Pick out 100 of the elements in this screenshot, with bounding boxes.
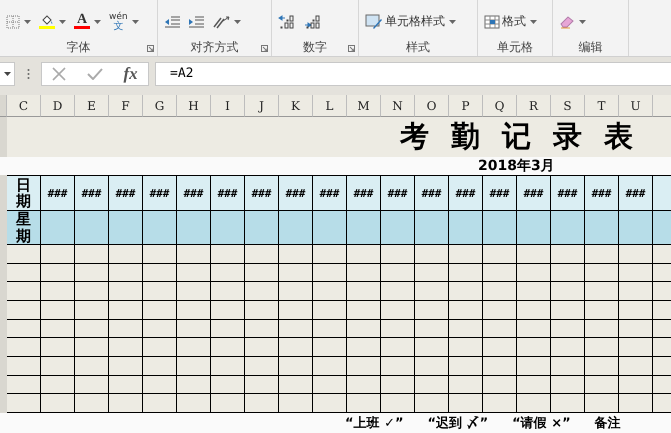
table-cell bbox=[75, 376, 109, 394]
table-cell bbox=[41, 320, 75, 338]
table-cell bbox=[245, 376, 279, 394]
table-cell bbox=[7, 264, 41, 282]
table-cell bbox=[313, 356, 347, 376]
date-cell: ### bbox=[551, 175, 585, 211]
column-header[interactable]: L bbox=[313, 95, 347, 117]
check-icon[interactable] bbox=[86, 68, 103, 80]
table-cell bbox=[313, 264, 347, 282]
fill-color-button[interactable] bbox=[37, 12, 68, 30]
dialog-launcher-icon[interactable] bbox=[348, 45, 355, 52]
caret-icon[interactable] bbox=[132, 20, 139, 24]
cell-styles-button[interactable]: 单元格样式 bbox=[363, 11, 458, 32]
table-cell bbox=[347, 376, 381, 394]
formula-field[interactable]: =A2 bbox=[155, 62, 671, 86]
borders-button[interactable] bbox=[4, 12, 33, 30]
table-cell bbox=[211, 211, 245, 245]
format-button[interactable]: 格式 bbox=[482, 11, 539, 32]
column-header[interactable]: K bbox=[279, 95, 313, 117]
drag-handle-icon[interactable] bbox=[26, 68, 30, 80]
name-box-dropdown[interactable] bbox=[0, 62, 15, 86]
table-cell bbox=[177, 320, 211, 338]
table-cell bbox=[245, 320, 279, 338]
caret-icon[interactable] bbox=[234, 20, 241, 24]
table-cell bbox=[551, 394, 585, 413]
caret-icon[interactable] bbox=[449, 20, 456, 24]
column-header[interactable]: C bbox=[7, 95, 41, 117]
table-cell bbox=[619, 300, 653, 320]
column-header[interactable]: M bbox=[347, 95, 381, 117]
table-cell bbox=[517, 282, 551, 301]
table-cell bbox=[381, 282, 415, 301]
column-header[interactable]: G bbox=[143, 95, 177, 117]
insert-function-button[interactable]: fx bbox=[124, 64, 138, 84]
font-color-button[interactable]: A bbox=[72, 12, 103, 31]
table-cell bbox=[109, 264, 143, 282]
table-cell bbox=[279, 356, 313, 376]
caret-icon[interactable] bbox=[24, 20, 31, 24]
column-header[interactable]: J bbox=[245, 95, 279, 117]
date-cell: ### bbox=[313, 175, 347, 211]
column-header[interactable]: N bbox=[381, 95, 415, 117]
caret-icon[interactable] bbox=[579, 20, 586, 24]
column-header[interactable]: I bbox=[211, 95, 245, 117]
table-cell bbox=[619, 211, 653, 245]
table-cell bbox=[109, 376, 143, 394]
table-cell bbox=[381, 264, 415, 282]
table-cell bbox=[313, 282, 347, 301]
table-cell bbox=[619, 376, 653, 394]
table-cell bbox=[449, 338, 483, 357]
column-header[interactable]: S bbox=[551, 95, 585, 117]
column-header[interactable]: O bbox=[415, 95, 449, 117]
table-cell bbox=[109, 338, 143, 357]
column-header[interactable]: Q bbox=[483, 95, 517, 117]
date-cell: ### bbox=[449, 175, 483, 211]
table-cell bbox=[75, 320, 109, 338]
table-cell bbox=[143, 300, 177, 320]
column-header[interactable]: R bbox=[517, 95, 551, 117]
phonetic-button[interactable]: wén 文 bbox=[107, 10, 141, 34]
dialog-launcher-icon[interactable] bbox=[147, 45, 154, 52]
column-header[interactable]: T bbox=[585, 95, 619, 117]
decrease-indent-button[interactable] bbox=[162, 14, 182, 30]
column-header[interactable]: U bbox=[619, 95, 653, 117]
date-cell: ### bbox=[483, 175, 517, 211]
table-cell bbox=[177, 338, 211, 357]
table-cell bbox=[551, 356, 585, 376]
table-cell bbox=[585, 376, 619, 394]
table-cell bbox=[279, 320, 313, 338]
table-cell bbox=[41, 264, 75, 282]
column-header[interactable]: P bbox=[449, 95, 483, 117]
table-cell bbox=[517, 338, 551, 357]
table-cell bbox=[449, 356, 483, 376]
table-cell bbox=[517, 356, 551, 376]
group-label: 样式 bbox=[406, 39, 430, 56]
table-cell bbox=[585, 282, 619, 301]
table-cell bbox=[109, 356, 143, 376]
caret-icon[interactable] bbox=[530, 20, 537, 24]
table-cell bbox=[279, 245, 313, 264]
dialog-launcher-icon[interactable] bbox=[261, 45, 268, 52]
caret-icon[interactable] bbox=[94, 20, 101, 24]
table-brush-icon bbox=[365, 14, 383, 30]
table-cell bbox=[381, 300, 415, 320]
table-cell bbox=[449, 394, 483, 413]
increase-indent-button[interactable] bbox=[186, 14, 206, 30]
table-cell bbox=[551, 211, 585, 245]
column-header[interactable]: E bbox=[75, 95, 109, 117]
table-cell bbox=[143, 282, 177, 301]
column-header[interactable]: H bbox=[177, 95, 211, 117]
table-cell bbox=[109, 282, 143, 301]
slanted-text-icon bbox=[212, 14, 230, 28]
table-cell bbox=[585, 264, 619, 282]
legend-text: 备注 bbox=[594, 414, 621, 432]
table-cell bbox=[143, 394, 177, 413]
table-cell bbox=[619, 338, 653, 357]
caret-icon[interactable] bbox=[59, 20, 66, 24]
group-label: 对齐方式 bbox=[190, 39, 238, 56]
column-header[interactable]: D bbox=[41, 95, 75, 117]
column-header[interactable]: F bbox=[109, 95, 143, 117]
cancel-icon[interactable] bbox=[52, 66, 66, 80]
legend-text: “迟到 〆” bbox=[428, 414, 488, 432]
sheet-title: 考勤记录表 bbox=[400, 118, 655, 155]
table-cell bbox=[517, 320, 551, 338]
